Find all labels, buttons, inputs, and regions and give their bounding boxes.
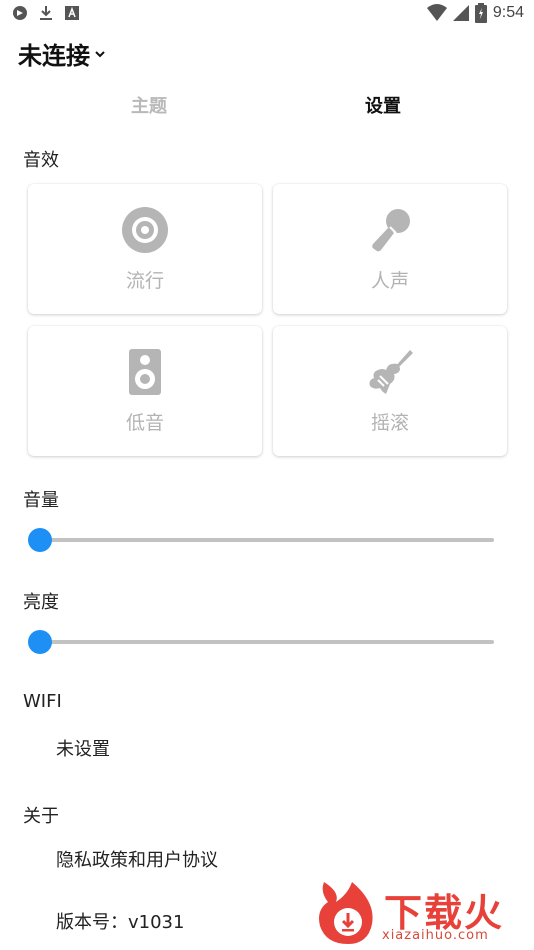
slider-thumb[interactable] — [28, 528, 52, 552]
brightness-label: 亮度 — [23, 592, 59, 613]
watermark-logo: 下载火 xiazaihuo.com — [314, 880, 530, 946]
chevron-down-icon — [95, 50, 105, 57]
wifi-label: WIFI — [23, 691, 62, 712]
flame-logo-icon — [319, 882, 373, 944]
tab-theme[interactable]: 主题 — [131, 92, 167, 118]
status-right-icons: 9:54 — [426, 3, 524, 23]
privacy-policy-link[interactable]: 隐私政策和用户协议 — [56, 846, 218, 872]
volume-slider[interactable] — [28, 526, 494, 554]
watermark-url: xiazaihuo.com — [382, 928, 489, 943]
about-label: 关于 — [23, 806, 59, 827]
battery-icon — [474, 3, 487, 23]
tab-bar: 主题 设置 — [0, 92, 534, 122]
brightness-slider[interactable] — [28, 628, 494, 656]
slider-thumb[interactable] — [28, 630, 52, 654]
preset-label: 低音 — [125, 412, 164, 434]
wifi-icon — [426, 4, 447, 21]
slider-track — [40, 640, 494, 644]
a-badge-icon — [65, 6, 79, 20]
version-text: 版本号：v1031 — [56, 912, 185, 933]
sync-icon — [13, 6, 27, 20]
speaker-icon — [129, 349, 161, 395]
sound-effects-label: 音效 — [23, 150, 59, 171]
status-left-icons — [12, 5, 80, 21]
connection-selector[interactable]: 未连接 — [18, 36, 106, 71]
download-icon — [40, 6, 52, 20]
preset-bass-card[interactable]: 低音 — [28, 326, 262, 456]
tab-settings[interactable]: 设置 — [365, 92, 401, 118]
preset-label: 人声 — [370, 270, 409, 292]
slider-track — [40, 538, 494, 542]
preset-pop-card[interactable]: 流行 — [28, 184, 262, 314]
disc-icon — [122, 207, 168, 253]
microphone-icon — [372, 209, 410, 252]
preset-label: 摇滚 — [370, 412, 409, 434]
preset-vocal-card[interactable]: 人声 — [273, 184, 507, 314]
preset-label: 流行 — [125, 270, 164, 292]
preset-rock-card[interactable]: 摇滚 — [273, 326, 507, 456]
wifi-setting-value[interactable]: 未设置 — [56, 735, 110, 761]
status-bar: 9:54 — [0, 0, 534, 28]
clock: 9:54 — [492, 4, 524, 21]
signal-icon — [452, 5, 469, 21]
page-title: 未连接 — [18, 42, 90, 70]
guitar-icon — [369, 350, 413, 394]
volume-label: 音量 — [23, 490, 59, 511]
